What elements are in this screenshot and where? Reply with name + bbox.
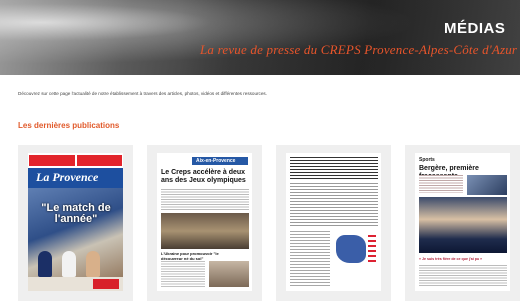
article-column: [290, 231, 330, 287]
front-page-headline: "Le match de l'année": [41, 202, 111, 225]
publication-thumbnail-3[interactable]: [286, 153, 381, 291]
article-photo-small: [467, 175, 507, 195]
page-rubric: Sports: [419, 157, 435, 163]
publication-thumbnail-2[interactable]: Aix-en-Provence Le Creps accélère à deux…: [157, 153, 252, 291]
player-figure: [62, 251, 76, 277]
publication-card-1[interactable]: La Provence "Le match de l'année": [18, 145, 133, 301]
article-body: [161, 189, 249, 211]
section-title: Les dernières publications: [18, 121, 120, 130]
article-header: [290, 157, 378, 179]
publication-card-2[interactable]: Aix-en-Provence Le Creps accélère à deux…: [147, 145, 262, 301]
publication-thumbnail-4[interactable]: Sports Bergère, première fracassante « J…: [415, 153, 510, 291]
section-tag: Aix-en-Provence: [192, 157, 248, 165]
masthead-label: La Provence: [36, 170, 99, 184]
publication-card-3[interactable]: [276, 145, 391, 301]
intro-text: Découvrez sur cette page l'actualité de …: [18, 91, 267, 96]
newspaper-masthead: La Provence: [28, 168, 123, 188]
article-body: [419, 175, 463, 193]
article-body: [419, 265, 507, 287]
article-title: Le Creps accélère à deux ans des Jeux ol…: [161, 169, 246, 184]
teaser-bar: [28, 153, 123, 168]
page-title: MÉDIAS: [444, 20, 506, 37]
map-legend: [368, 235, 376, 263]
article-caption: « Je suis très fière de ce que j'ai pu »: [419, 257, 483, 261]
hero-banner: MÉDIAS La revue de presse du CREPS Prove…: [0, 0, 520, 75]
article-body: [161, 261, 205, 287]
player-figure: [86, 251, 100, 277]
page-subtitle: La revue de presse du CREPS Provence-Alp…: [200, 42, 518, 57]
article-subhead: L'Ukraine pour promouvoir "le découvreur…: [161, 251, 219, 261]
map-graphic: [336, 235, 366, 263]
hero-shade: [180, 0, 520, 75]
publication-card-4[interactable]: Sports Bergère, première fracassante « J…: [405, 145, 520, 301]
article-photo: [419, 197, 507, 253]
article-portrait: [209, 261, 249, 287]
article-body: [290, 183, 378, 227]
player-figure: [38, 251, 52, 277]
publication-thumbnail-1[interactable]: La Provence "Le match de l'année": [28, 153, 123, 291]
front-page-badge: [93, 279, 119, 289]
article-photo: [161, 213, 249, 249]
